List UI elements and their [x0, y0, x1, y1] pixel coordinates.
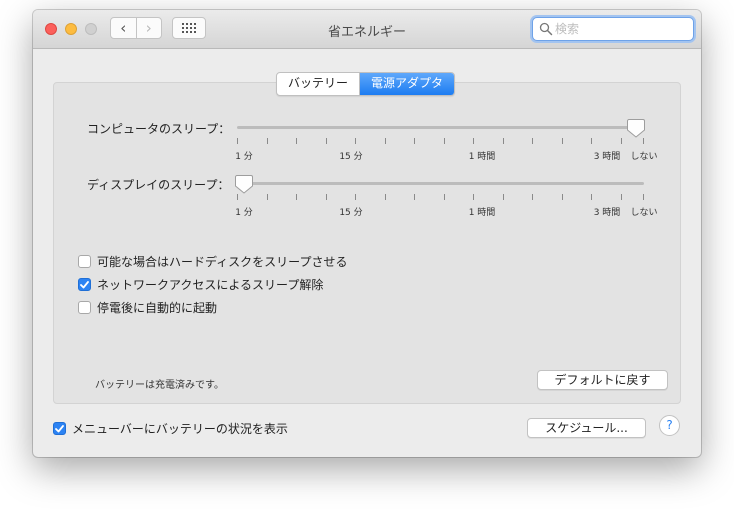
power-source-tabs: バッテリー 電源アダプタ [276, 72, 456, 96]
tick-label-1hour: 1 時間 [468, 152, 496, 162]
computer-sleep-slider-thumb[interactable] [627, 118, 645, 138]
display-sleep-ticks [237, 194, 644, 202]
show-battery-in-menubar-label: メニューバーにバッテリーの状況を表示 [72, 422, 288, 436]
display-sleep-slider-thumb[interactable] [235, 174, 253, 194]
energy-saver-window: ‹ › 省エネルギー バッテリー 電源アダプタ コンピュータの [33, 10, 701, 457]
tick-label-15min: 15 分 [339, 208, 363, 218]
option-disk-sleep-label: 可能な場合はハードディスクをスリープさせる [97, 255, 348, 269]
tick-label-15min: 15 分 [339, 152, 363, 162]
computer-sleep-track[interactable] [237, 126, 644, 129]
search-input[interactable] [555, 19, 687, 39]
option-wake-network-label: ネットワークアクセスによるスリープ解除 [97, 278, 324, 292]
checkbox-checked[interactable] [78, 278, 91, 291]
tick-label-3hours: 3 時間 [593, 152, 621, 162]
computer-sleep-label: コンピュータのスリープ： [87, 122, 231, 136]
schedule-button[interactable]: スケジュール... [527, 418, 646, 438]
option-restart-after-power-failure[interactable]: 停電後に自動的に起動 [78, 299, 217, 316]
search-field[interactable] [532, 17, 694, 41]
tab-battery[interactable]: バッテリー [277, 73, 359, 95]
option-wake-network[interactable]: ネットワークアクセスによるスリープ解除 [78, 276, 323, 293]
checkbox[interactable] [78, 255, 91, 268]
checkmark-icon [55, 424, 64, 432]
tick-label-1min: 1 分 [235, 208, 253, 218]
display-sleep-label: ディスプレイのスリープ： [87, 178, 230, 192]
tick-label-never: しない [630, 208, 658, 218]
battery-status-text: バッテリーは充電済みです。 [95, 380, 224, 391]
tab-power-adapter[interactable]: 電源アダプタ [359, 73, 455, 95]
computer-sleep-ticks [237, 138, 644, 146]
checkbox[interactable] [78, 301, 91, 314]
option-show-battery-in-menubar[interactable]: メニューバーにバッテリーの状況を表示 [53, 420, 288, 437]
search-icon [539, 22, 553, 36]
display-sleep-track[interactable] [237, 182, 644, 185]
tick-label-1min: 1 分 [235, 152, 253, 162]
tick-label-1hour: 1 時間 [468, 208, 496, 218]
tick-label-never: しない [630, 152, 658, 162]
checkmark-icon [80, 280, 89, 288]
checkbox-checked[interactable] [53, 422, 66, 435]
help-button[interactable]: ? [659, 415, 680, 436]
restore-defaults-button[interactable]: デフォルトに戻す [537, 370, 668, 390]
option-restart-label: 停電後に自動的に起動 [97, 301, 218, 315]
tick-label-3hours: 3 時間 [593, 208, 621, 218]
titlebar: ‹ › 省エネルギー [33, 10, 701, 49]
option-disk-sleep[interactable]: 可能な場合はハードディスクをスリープさせる [78, 253, 347, 270]
